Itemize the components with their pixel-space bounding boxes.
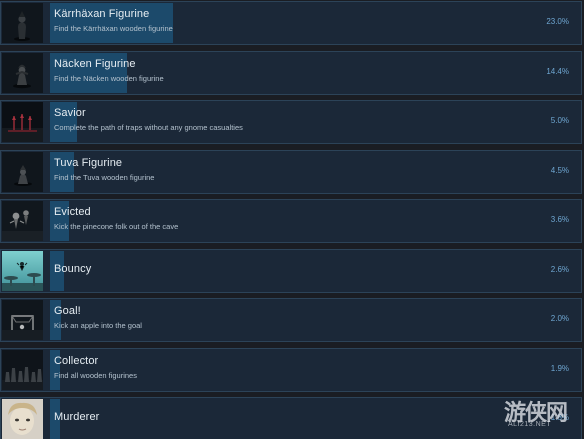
unlock-percentage: 1.8%	[550, 413, 569, 422]
achievement-title: Murderer	[54, 411, 100, 423]
unlock-percentage: 2.6%	[550, 265, 569, 274]
achievement-row[interactable]: Murderer 1.8%	[0, 397, 582, 439]
achievement-row[interactable]: Näcken Figurine Find the Näcken wooden f…	[0, 51, 582, 95]
apple-goal-icon	[2, 300, 43, 340]
figurine-tuva-icon	[2, 152, 43, 192]
figurine-witch-icon	[2, 3, 43, 43]
pinecone-folk-icon	[2, 201, 43, 241]
achievement-description: Find the Tuva wooden figurine	[54, 173, 155, 182]
achievement-list: Kärrhäxan Figurine Find the Kärrhäxan wo…	[0, 0, 584, 439]
achievement-row[interactable]: Tuva Figurine Find the Tuva wooden figur…	[0, 150, 582, 194]
unlock-percentage: 23.0%	[546, 17, 569, 26]
achievement-title: Collector	[54, 355, 99, 367]
figurine-collection-icon	[2, 350, 43, 390]
unlock-percentage: 14.4%	[546, 67, 569, 76]
achievement-description: Kick an apple into the goal	[54, 321, 142, 330]
figurine-nacken-icon	[2, 53, 43, 93]
achievement-description: Find all wooden figurines	[54, 371, 137, 380]
achievement-title: Kärrhäxan Figurine	[54, 8, 150, 20]
achievement-title: Goal!	[54, 305, 81, 317]
unlock-percentage: 4.5%	[550, 166, 569, 175]
achievement-row[interactable]: Kärrhäxan Figurine Find the Kärrhäxan wo…	[0, 1, 582, 45]
achievement-title: Bouncy	[54, 263, 92, 275]
achievement-row[interactable]: Collector Find all wooden figurines 1.9%	[0, 348, 582, 392]
achievement-title: Evicted	[54, 206, 91, 218]
achievement-description: Find the Kärrhäxan wooden figurine	[54, 24, 173, 33]
achievement-description: Complete the path of traps without any g…	[54, 123, 243, 132]
achievement-title: Näcken Figurine	[54, 58, 136, 70]
achievement-title: Tuva Figurine	[54, 157, 123, 169]
achievement-row[interactable]: Savior Complete the path of traps withou…	[0, 100, 582, 144]
unlock-percentage: 3.6%	[550, 215, 569, 224]
murderer-face-icon	[2, 399, 43, 439]
achievement-description: Kick the pinecone folk out of the cave	[54, 222, 179, 231]
traps-scene-icon	[2, 102, 43, 142]
achievement-description: Find the Näcken wooden figurine	[54, 74, 164, 83]
achievement-row[interactable]: Goal! Kick an apple into the goal 2.0%	[0, 298, 582, 342]
achievement-row[interactable]: Evicted Kick the pinecone folk out of th…	[0, 199, 582, 243]
unlock-percentage: 1.9%	[550, 364, 569, 373]
achievement-title: Savior	[54, 107, 86, 119]
achievement-row[interactable]: Bouncy 2.6%	[0, 249, 582, 293]
unlock-percentage: 2.0%	[550, 314, 569, 323]
unlock-percentage: 5.0%	[550, 116, 569, 125]
mushroom-bounce-icon	[2, 251, 43, 291]
